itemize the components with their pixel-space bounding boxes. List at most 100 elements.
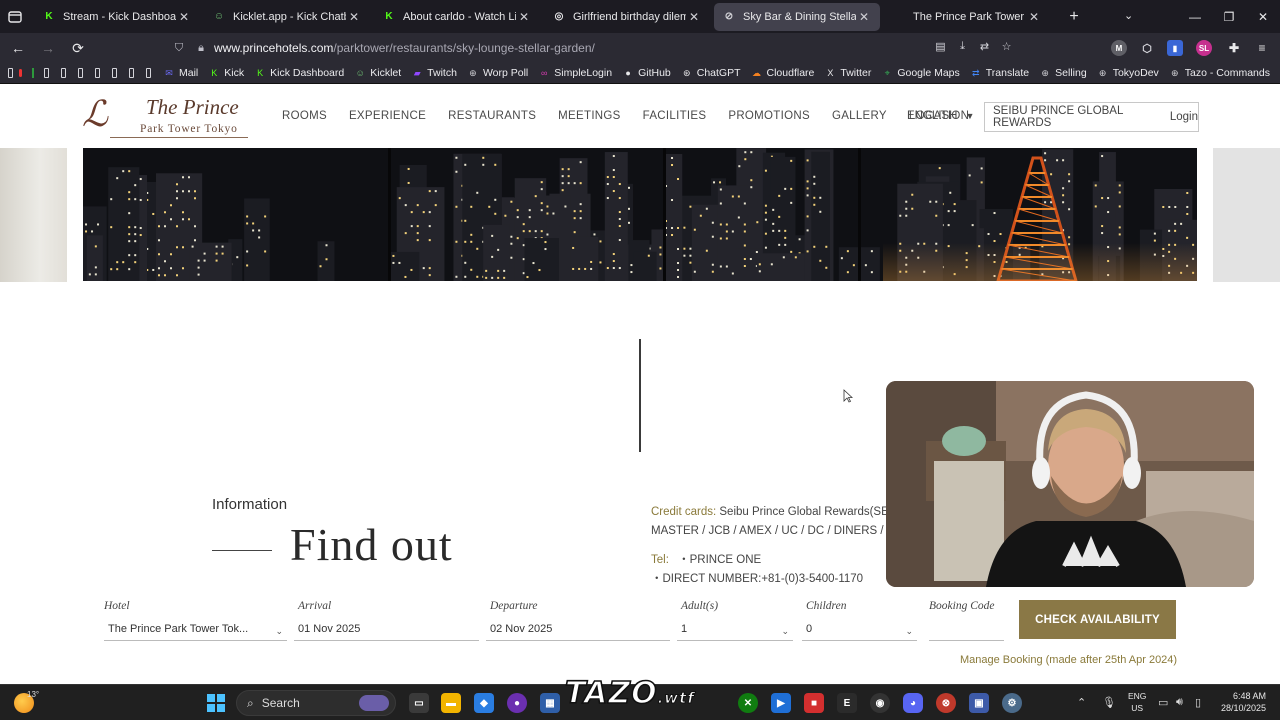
previous-slide-image[interactable] xyxy=(0,148,67,282)
booking-code-input[interactable] xyxy=(929,621,1004,641)
browser-tab[interactable]: ⊘ Sky Bar & Dining Stellar Garde✕ xyxy=(714,2,880,31)
children-select[interactable]: 0 ⌄ xyxy=(802,621,917,641)
remote-desktop-icon[interactable]: ▶ xyxy=(771,693,791,713)
bookmark-item[interactable]: ⊕ Tazo - Commands xyxy=(1169,67,1270,79)
hotel-logo[interactable]: ℒ The Prince Park Tower Tokyo xyxy=(82,95,252,139)
extension-sl-icon[interactable]: SL xyxy=(1196,40,1212,56)
manage-booking-link[interactable]: Manage Booking (made after 25th Apr 2024… xyxy=(960,654,1177,666)
system-clock[interactable]: 6:48 AM 28/10/2025 xyxy=(1218,690,1266,714)
volume-icon[interactable]: 🔊︎ xyxy=(1176,696,1183,709)
arrival-date-field[interactable]: 01 Nov 2025 xyxy=(294,621,479,641)
minimize-button[interactable]: — xyxy=(1178,0,1212,33)
translate-page-icon[interactable]: ⇄ xyxy=(978,40,991,53)
obs-icon[interactable]: ◉ xyxy=(870,693,890,713)
folder-icon[interactable] xyxy=(8,68,13,78)
youtube-icon[interactable] xyxy=(18,69,22,77)
close-tab-icon[interactable]: ✕ xyxy=(856,10,872,24)
app-red-icon[interactable]: ■ xyxy=(804,693,824,713)
new-tab-button[interactable]: + xyxy=(1064,8,1084,26)
browser-tab[interactable]: K About carldo - Watch Live o✕ xyxy=(374,3,540,31)
nav-item-gallery[interactable]: GALLERY xyxy=(832,110,887,122)
network-icon[interactable]: ▭ xyxy=(1158,696,1168,709)
shield-icon[interactable]: ⛉ xyxy=(170,42,188,55)
bookmark-item[interactable]: ● GitHub xyxy=(622,67,670,79)
bookmark-item[interactable]: ⊕ TokyoDev xyxy=(1097,67,1159,79)
forward-button[interactable]: → xyxy=(33,33,63,63)
tab-overview-icon[interactable] xyxy=(0,0,30,33)
nav-item-facilities[interactable]: FACILITIES xyxy=(643,110,707,122)
extensions-icon[interactable]: ✚ xyxy=(1226,40,1242,56)
extension-puzzle-outline-icon[interactable]: ⬡ xyxy=(1139,40,1155,56)
folder-icon[interactable] xyxy=(129,68,135,78)
bookmark-item[interactable]: ✉ Mail xyxy=(163,67,198,79)
folder-icon[interactable] xyxy=(61,68,67,78)
close-tab-icon[interactable]: ✕ xyxy=(176,10,192,24)
bookmark-item[interactable]: ⊛ ChatGPT xyxy=(681,67,741,79)
extension-m-icon[interactable]: M xyxy=(1111,40,1127,56)
bookmark-item[interactable]: ☺ Kicklet xyxy=(354,67,402,79)
firefox-icon[interactable]: ● xyxy=(507,693,527,713)
bookmark-item[interactable]: K Kick Dashboard xyxy=(254,67,344,79)
windows-start-icon[interactable] xyxy=(206,693,226,713)
bookmark-star-icon[interactable]: ☆ xyxy=(1000,40,1013,53)
download-icon[interactable]: ⤓ xyxy=(956,40,969,53)
bitwarden-icon[interactable]: ▮ xyxy=(1167,40,1183,56)
bookmark-item[interactable]: ∞ SimpleLogin xyxy=(538,67,612,79)
microsoft-store-icon[interactable]: ▦ xyxy=(540,693,560,713)
epic-games-icon[interactable]: E xyxy=(837,693,857,713)
taskbar-search[interactable]: ⌕ Search xyxy=(236,690,396,716)
reader-view-icon[interactable]: ▤ xyxy=(934,40,947,53)
nav-item-experience[interactable]: EXPERIENCE xyxy=(349,110,426,122)
url-bar[interactable]: ⛉ 🔒︎ www.princehotels.com/parktower/rest… xyxy=(170,36,1020,60)
tab-list-chevron-icon[interactable]: ⌄ xyxy=(1124,9,1133,22)
nav-item-rooms[interactable]: ROOMS xyxy=(282,110,327,122)
app-circle-icon[interactable]: ⊗ xyxy=(936,693,956,713)
bookmark-item[interactable]: X Twitter xyxy=(824,67,871,79)
bookmark-item[interactable]: ▰ Twitch xyxy=(411,67,457,79)
battery-icon[interactable]: ▯ xyxy=(1195,696,1201,709)
check-availability-button[interactable]: CHECK AVAILABILITY xyxy=(1019,600,1176,639)
folder-icon[interactable] xyxy=(146,68,151,78)
bookmark-item[interactable]: ⌖ Google Maps xyxy=(881,67,960,79)
folder-icon[interactable] xyxy=(44,68,50,78)
bookmark-item[interactable]: ⊕ Worp Poll xyxy=(467,67,528,79)
rewards-login-button[interactable]: SEIBU PRINCE GLOBAL REWARDS Login xyxy=(984,102,1199,132)
task-view-icon[interactable]: ▭ xyxy=(409,693,429,713)
folder-icon[interactable] xyxy=(78,68,84,78)
restore-button[interactable]: ❐ xyxy=(1212,0,1246,33)
back-button[interactable]: ← xyxy=(3,33,33,63)
nav-item-promotions[interactable]: PROMOTIONS xyxy=(728,110,810,122)
close-tab-icon[interactable]: ✕ xyxy=(516,10,532,24)
hotel-select[interactable]: The Prince Park Tower Tok... ⌄ xyxy=(104,621,287,641)
departure-date-field[interactable]: 02 Nov 2025 xyxy=(486,621,670,641)
adults-select[interactable]: 1 ⌄ xyxy=(677,621,793,641)
xbox-icon[interactable]: ✕ xyxy=(738,693,758,713)
microphone-icon[interactable]: 🎙︎ xyxy=(1102,696,1116,709)
settings-gear-icon[interactable]: ⚙ xyxy=(1002,693,1022,713)
browser-tab[interactable]: ◎ Girlfriend birthday dilemma✕ xyxy=(544,3,710,31)
close-tab-icon[interactable]: ✕ xyxy=(686,10,702,24)
close-tab-icon[interactable]: ✕ xyxy=(1026,10,1042,24)
bookmark-item[interactable]: ⊕ Selling xyxy=(1039,67,1086,79)
language-selector[interactable]: ENGLISH ▼ xyxy=(907,110,974,122)
nav-item-restaurants[interactable]: RESTAURANTS xyxy=(448,110,536,122)
reload-button[interactable]: ⟳ xyxy=(63,33,93,63)
folder-icon[interactable] xyxy=(95,68,101,78)
bookmark-item[interactable]: ⇄ Translate xyxy=(970,67,1029,79)
copilot-icon[interactable]: ◆ xyxy=(474,693,494,713)
next-slide-image[interactable] xyxy=(1213,148,1280,282)
tray-chevron-up-icon[interactable]: ⌃ xyxy=(1077,696,1086,709)
menu-hamburger-icon[interactable]: ≡ xyxy=(1254,40,1270,56)
app-blue-icon[interactable]: ▣ xyxy=(969,693,989,713)
discord-icon[interactable]: ◕ xyxy=(903,693,923,713)
close-window-button[interactable]: ✕ xyxy=(1246,0,1280,33)
input-language[interactable]: ENG US xyxy=(1128,690,1146,714)
bookmark-item[interactable]: ☁ Cloudflare xyxy=(751,67,814,79)
nav-item-meetings[interactable]: MEETINGS xyxy=(558,110,620,122)
browser-tab[interactable]: ☺ Kicklet.app - Kick Chatbot and C✕ xyxy=(204,3,370,31)
browser-tab[interactable]: K Stream - Kick Dashboard ✕ xyxy=(34,3,200,31)
folder-icon[interactable] xyxy=(112,68,118,78)
file-explorer-icon[interactable]: ▬ xyxy=(441,693,461,713)
sheets-icon[interactable] xyxy=(31,68,35,78)
lock-icon[interactable]: 🔒︎ xyxy=(192,42,210,55)
